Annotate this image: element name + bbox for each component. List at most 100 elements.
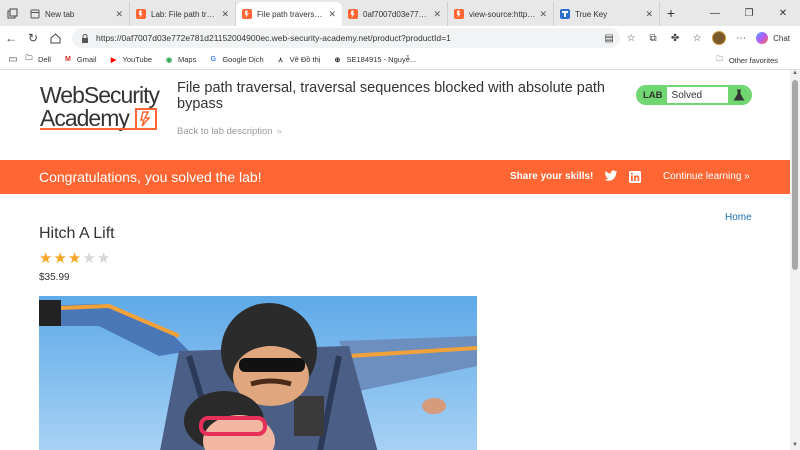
- tab-bar: New tab✕Lab: File path traversal✕File pa…: [0, 0, 800, 26]
- logo-line-1: WebSecurity: [40, 82, 160, 108]
- bookmark-manage-button[interactable]: ▭: [2, 50, 24, 70]
- more-icon: ⋯: [736, 32, 747, 44]
- home-button[interactable]: [44, 27, 66, 49]
- twitter-share-button[interactable]: [604, 169, 618, 183]
- bookmark-item[interactable]: ◉ Maps: [164, 55, 196, 64]
- bookmark-item[interactable]: G Google Dịch: [208, 55, 264, 64]
- page-scrollbar[interactable]: ▲ ▼: [790, 70, 800, 450]
- bookmark-item[interactable]: ⊕ SE184915 - Nguyễ...: [332, 55, 417, 64]
- lab-title: File path traversal, traversal sequences…: [177, 80, 605, 112]
- bookmark-item[interactable]: ▶ YouTube: [109, 55, 152, 64]
- other-favorites[interactable]: 🗀 Other favorites: [715, 50, 778, 70]
- back-to-description-link[interactable]: Back to lab description»: [177, 126, 282, 137]
- more-menu-button[interactable]: ⋯: [730, 28, 752, 48]
- bookmark-label: Dell: [38, 55, 51, 64]
- bookmark-label: YouTube: [122, 55, 152, 64]
- tab-title: Lab: File path traversal: [151, 9, 217, 19]
- product-image: [39, 296, 477, 450]
- maps-icon: ◉: [165, 56, 173, 64]
- globe-icon: ⊕: [334, 56, 341, 64]
- scroll-up-icon[interactable]: ▲: [790, 70, 800, 78]
- address-bar[interactable]: https://0af7007d03e772e781d21152004900ec…: [72, 28, 620, 48]
- share-label: Share your skills!: [510, 171, 594, 182]
- logo-underline: [40, 128, 140, 130]
- truekey-icon: [560, 9, 570, 19]
- web-security-academy-logo[interactable]: WebSecurity Academy: [40, 84, 168, 130]
- favorite-star-button[interactable]: ☆: [620, 28, 642, 48]
- bookmark-item[interactable]: ⋏ Vẽ Đồ thị: [276, 55, 321, 64]
- youtube-icon: ▶: [110, 56, 117, 64]
- close-tab-icon[interactable]: ✕: [433, 9, 441, 20]
- scrollbar-thumb[interactable]: [792, 80, 798, 270]
- new-tab-button[interactable]: +: [660, 5, 682, 21]
- bookmark-label: Vẽ Đồ thị: [289, 55, 321, 64]
- browser-tab[interactable]: New tab ✕: [24, 2, 130, 26]
- reading-view-button[interactable]: ▤: [598, 28, 620, 48]
- browser-tab[interactable]: True Key ✕: [554, 2, 660, 26]
- close-tab-icon[interactable]: ✕: [328, 9, 336, 20]
- back-button[interactable]: ←: [0, 27, 22, 49]
- bookmark-item[interactable]: M Gmail: [63, 55, 97, 64]
- folder-icon: 🗀: [716, 55, 724, 63]
- tab-title: view-source:https://0a: [469, 9, 536, 19]
- split-screen-button[interactable]: ⧉: [642, 28, 664, 48]
- product-price: $35.99: [39, 272, 70, 283]
- copilot-icon: [756, 32, 769, 44]
- profile-button[interactable]: [708, 28, 730, 48]
- linkedin-share-button[interactable]: [629, 170, 641, 183]
- home-link[interactable]: Home: [725, 212, 752, 223]
- home-icon: [50, 32, 60, 43]
- scroll-down-icon[interactable]: ▼: [790, 442, 800, 450]
- tab-title: New tab: [45, 9, 75, 19]
- reading-view-icon: ▤: [604, 32, 614, 44]
- portswigger-icon: [242, 9, 252, 19]
- close-window-button[interactable]: ✕: [766, 8, 800, 19]
- star-empty-icon: ★: [82, 250, 96, 267]
- lab-status-tag: LAB: [638, 87, 667, 103]
- double-chevron-icon: »: [744, 171, 750, 182]
- extensions-button[interactable]: ✤: [664, 28, 686, 48]
- logo-line-2: Academy: [40, 105, 130, 131]
- gmail-icon: M: [65, 56, 71, 63]
- close-tab-icon[interactable]: ✕: [221, 9, 229, 20]
- browser-tab[interactable]: 0af7007d03e772e781 ✕: [342, 2, 448, 26]
- portswigger-icon: [136, 9, 146, 19]
- star-filled-icon: ★: [67, 250, 82, 267]
- product-name: Hitch A Lift: [39, 225, 115, 242]
- bookmark-label: Gmail: [76, 55, 97, 64]
- back-arrow-icon: ←: [5, 31, 17, 45]
- tab-actions-icon: [7, 8, 17, 18]
- bookmark-chip-icon: ▭: [8, 54, 18, 65]
- close-tab-icon[interactable]: ✕: [645, 9, 653, 20]
- copilot-chat-button[interactable]: Chat: [756, 32, 790, 44]
- bookmark-label: SE184915 - Nguyễ...: [346, 55, 417, 64]
- continue-learning-label: Continue learning: [663, 171, 742, 182]
- refresh-button[interactable]: ↻: [22, 27, 44, 49]
- lab-status-value: Solved: [671, 89, 703, 101]
- graph-icon: ⋏: [278, 56, 284, 64]
- product-rating: ★ ★ ★ ★ ★: [39, 251, 111, 266]
- favorites-icon: ☆: [692, 32, 702, 44]
- star-empty-icon: ★: [96, 250, 111, 267]
- browser-tab[interactable]: Lab: File path traversal ✕: [130, 2, 236, 26]
- tab-title: True Key: [575, 9, 608, 19]
- linkedin-icon: [629, 171, 641, 183]
- browser-tab[interactable]: File path traversal, tra ✕: [236, 2, 342, 26]
- bookmark-item[interactable]: 🗀 Dell: [24, 55, 51, 64]
- close-tab-icon[interactable]: ✕: [539, 9, 547, 20]
- close-tab-icon[interactable]: ✕: [115, 9, 123, 20]
- browser-tab[interactable]: view-source:https://0a✕: [448, 2, 554, 26]
- continue-learning-link[interactable]: Continue learning »: [663, 171, 750, 182]
- tab-actions-button[interactable]: [0, 0, 24, 26]
- toolbar-right: ▤ ☆ ⧉ ✤ ☆ ⋯ Chat: [598, 28, 796, 48]
- solved-banner: Congratulations, you solved the lab! Sha…: [0, 160, 790, 194]
- flask-icon: [728, 87, 750, 103]
- page-viewport: WebSecurity Academy File path traversal,…: [0, 70, 790, 450]
- page-icon: [30, 9, 40, 19]
- lab-status-widget: LAB Solved: [636, 85, 752, 105]
- twitter-icon: [604, 170, 618, 181]
- minimize-button[interactable]: —: [698, 8, 732, 19]
- favorites-button[interactable]: ☆: [686, 28, 708, 48]
- tab-title: File path traversal, tra: [257, 9, 324, 19]
- restore-button[interactable]: ❐: [732, 8, 766, 19]
